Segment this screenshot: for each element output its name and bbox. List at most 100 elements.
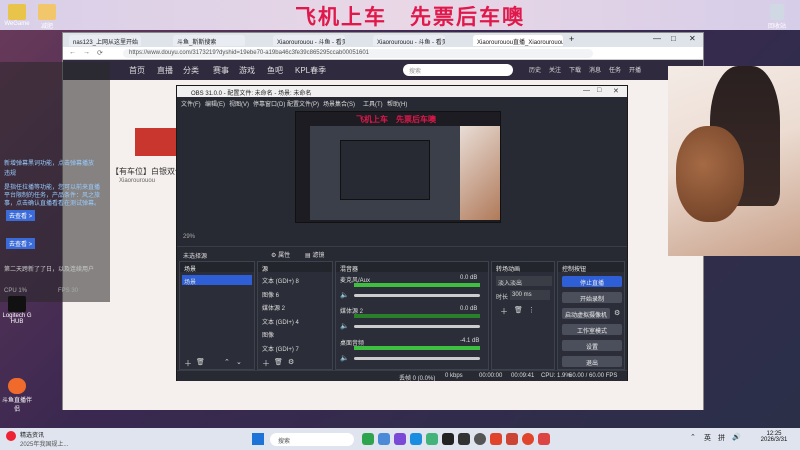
exit-button[interactable]: 退出	[562, 356, 622, 367]
edge-icon[interactable]	[410, 433, 422, 445]
volume-slider[interactable]	[354, 294, 480, 297]
nav-download[interactable]: 下载	[569, 65, 581, 74]
source-item[interactable]: 图像 6	[262, 290, 299, 304]
url-input[interactable]: https://www.douyu.com/3173219?dyshid=19e…	[123, 49, 593, 58]
nav-kpl[interactable]: KPL春季	[295, 65, 326, 76]
ime-lang[interactable]: 英	[704, 433, 711, 443]
nav-broadcast[interactable]: 开播	[629, 65, 641, 74]
virtual-camera-button[interactable]: 启动虚拟摄像机	[562, 308, 610, 319]
settings-button[interactable]: 设置	[562, 340, 622, 351]
goto-button[interactable]: 去查看 >	[6, 238, 36, 249]
speaker-icon[interactable]: 🔈	[340, 291, 349, 299]
game-app-icon[interactable]	[362, 433, 374, 445]
desktop-icon-logitech[interactable]: Logitech G HUB	[2, 296, 32, 325]
source-item[interactable]: 图像	[262, 330, 299, 344]
stop-streaming-button[interactable]: 停止直播	[562, 276, 622, 287]
start-recording-button[interactable]: 开始录制	[562, 292, 622, 303]
nav-events[interactable]: 赛事	[213, 65, 229, 76]
desktop-icon-douyu[interactable]: 斗鱼直播伴侣	[2, 378, 32, 413]
goto-button[interactable]: 去查看 >	[6, 210, 36, 221]
streamer-name[interactable]: Xiaorourouou	[119, 178, 155, 184]
properties-button[interactable]: ⚙ 属性	[271, 250, 290, 259]
remove-scene-icon[interactable]: 🗑	[196, 358, 205, 366]
chrome-icon[interactable]	[426, 433, 438, 445]
menu-file[interactable]: 文件(F)	[181, 99, 201, 108]
nav-messages[interactable]: 消息	[589, 65, 601, 74]
nav-tasks[interactable]: 任务	[609, 65, 621, 74]
menu-scene-collection[interactable]: 场景集合(S)	[323, 99, 355, 108]
source-item[interactable]: 文本 (GDI+) 7	[262, 344, 299, 358]
menu-docks[interactable]: 停靠窗口(D)	[253, 99, 285, 108]
browser-tab[interactable]: 斗鱼_斯斯搜索	[173, 35, 245, 46]
remove-source-icon[interactable]: 🗑	[274, 358, 283, 366]
new-tab-icon[interactable]: +	[569, 34, 574, 44]
site-search-input[interactable]: 搜索	[403, 64, 513, 76]
app-icon[interactable]	[538, 433, 550, 445]
maximize-icon[interactable]: □	[671, 34, 676, 43]
app-icon[interactable]	[506, 433, 518, 445]
speaker-icon[interactable]: 🔈	[340, 354, 349, 362]
app-icon[interactable]	[522, 433, 534, 445]
scene-item[interactable]: 场景	[182, 275, 252, 286]
menu-profile[interactable]: 配置文件(P)	[287, 99, 319, 108]
menu-view[interactable]: 视图(V)	[229, 99, 249, 108]
teams-icon[interactable]	[394, 433, 406, 445]
obs-minimize-icon[interactable]: —	[583, 87, 590, 94]
obs-preview[interactable]: 飞机上车 先票后车噢	[295, 111, 501, 223]
volume-slider[interactable]	[354, 357, 480, 360]
browser-tab[interactable]: nas123_上网从这里开始	[69, 35, 141, 46]
news-title[interactable]: 精选资讯	[20, 430, 44, 439]
speaker-icon[interactable]: 🔈	[340, 322, 349, 330]
nav-history[interactable]: 历史	[529, 65, 541, 74]
menu-tools[interactable]: 工具(T)	[363, 99, 383, 108]
add-scene-icon[interactable]: ＋	[184, 358, 192, 369]
add-source-icon[interactable]: ＋	[262, 358, 270, 369]
chevron-up-icon[interactable]: ⌃	[690, 433, 696, 441]
source-item[interactable]: 文本 (GDI+) 4	[262, 317, 299, 331]
minimize-icon[interactable]: —	[653, 34, 661, 43]
volume-icon[interactable]: 🔊	[732, 433, 741, 441]
menu-help[interactable]: 帮助(H)	[387, 99, 407, 108]
windows-start-icon[interactable]	[252, 433, 264, 445]
ime-mode[interactable]: 拼	[718, 433, 725, 443]
source-item[interactable]: 文本 (GDI+) 8	[262, 276, 299, 290]
menu-edit[interactable]: 编辑(E)	[205, 99, 225, 108]
more-icon[interactable]: ⋮	[528, 306, 535, 314]
back-icon[interactable]: ←	[69, 49, 76, 56]
refresh-icon[interactable]: ⟳	[97, 49, 103, 57]
obs-taskbar-icon[interactable]	[474, 433, 486, 445]
forward-icon[interactable]: →	[83, 49, 90, 56]
obs-maximize-icon[interactable]: □	[597, 87, 601, 94]
douyu-taskbar-icon[interactable]	[490, 433, 502, 445]
studio-mode-button[interactable]: 工作室模式	[562, 324, 622, 335]
filters-button[interactable]: ▤ 滤镜	[305, 250, 324, 259]
nav-live[interactable]: 直播	[157, 65, 173, 76]
news-subtitle[interactable]: 2025年我国规上...	[20, 439, 68, 448]
nav-home[interactable]: 首页	[129, 65, 145, 76]
duration-input[interactable]: 300 ms	[510, 290, 550, 300]
add-transition-icon[interactable]: ＋	[500, 306, 508, 317]
app-icon[interactable]	[442, 433, 454, 445]
desktop-icon-wegame[interactable]: WeGame	[2, 4, 32, 27]
virtual-camera-settings-icon[interactable]: ⚙	[614, 309, 620, 317]
nav-games[interactable]: 游戏	[239, 65, 255, 76]
desktop-icon-recycle-bin[interactable]: 回收站	[762, 4, 792, 30]
taskbar-search[interactable]: 搜索	[270, 433, 354, 446]
nav-follow[interactable]: 关注	[549, 65, 561, 74]
clock[interactable]: 12:25 2026/3/31	[752, 431, 796, 443]
file-explorer-icon[interactable]	[378, 433, 390, 445]
move-up-icon[interactable]: ⌃	[224, 358, 230, 366]
browser-tab-active[interactable]: Xiaorourouou直播_Xiaorourouou...	[473, 35, 563, 46]
obs-close-icon[interactable]: ✕	[613, 87, 619, 95]
transition-select[interactable]: 淡入淡出	[496, 276, 552, 287]
nav-yuba[interactable]: 鱼吧	[267, 65, 283, 76]
source-item[interactable]: 媒体源 2	[262, 303, 299, 317]
desktop-icon-folder[interactable]: 减肥	[32, 4, 62, 30]
browser-tab[interactable]: Xiaorourouou - 斗鱼 - 看见每种热爱	[373, 35, 445, 46]
source-settings-icon[interactable]: ⚙	[288, 358, 294, 366]
volume-slider[interactable]	[354, 325, 480, 328]
browser-tab[interactable]: Xiaorourouou - 斗鱼 - 看见每种热爱	[273, 35, 345, 46]
close-icon[interactable]: ✕	[689, 34, 696, 43]
move-down-icon[interactable]: ⌄	[236, 358, 242, 366]
news-icon[interactable]	[6, 431, 16, 441]
